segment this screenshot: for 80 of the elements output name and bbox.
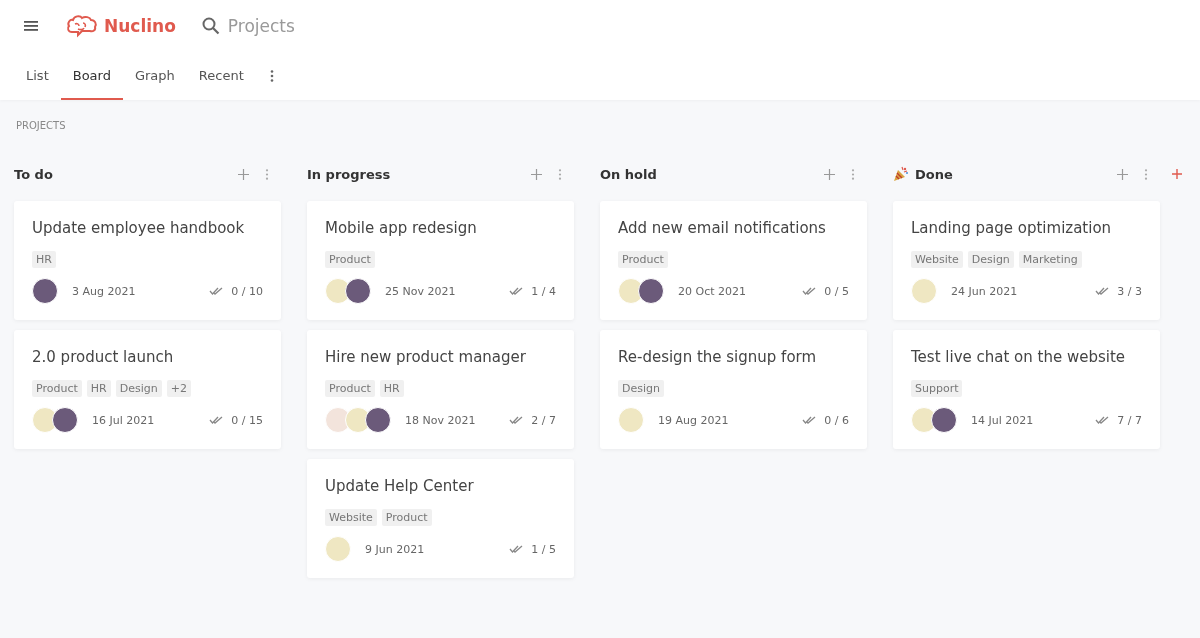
double-check-icon [209,287,224,295]
view-tab[interactable]: List [14,52,61,100]
card-title: Test live chat on the website [911,348,1127,366]
task-card[interactable]: Add new email notifications Product 20 Oct 2021 0 / 5 [600,201,867,320]
tag: Design [618,380,664,397]
app-name: Nuclino [104,16,176,36]
card-title: Update employee handbook [32,219,246,237]
double-check-icon [509,545,524,553]
view-tab[interactable]: Recent [186,52,256,100]
due-date: 24 Jun 2021 [951,284,1018,298]
task-card[interactable]: Hire new product manager Product HR 18 Nov 2021 2 / 7 [307,330,574,449]
double-check-icon [209,416,224,424]
double-check-icon [509,416,524,424]
party-popper-icon [893,166,909,182]
double-check-icon [1095,287,1110,295]
tag: Design [967,251,1014,268]
card-title: Landing page optimization [911,219,1113,237]
tag: +2 [166,380,191,397]
view-tab[interactable]: Graph [122,52,187,100]
progress-count: 0 / 5 [824,284,849,298]
due-date: 18 Nov 2021 [405,413,476,427]
column-title: To do [14,166,53,182]
tag: Product [325,251,375,268]
add-icon[interactable] [531,168,542,180]
view-tab[interactable]: Board [60,52,123,100]
progress-count: 0 / 10 [231,284,263,298]
due-date: 3 Aug 2021 [72,284,136,298]
tag: HR [32,251,56,268]
task-card[interactable]: Re-design the signup form Design 19 Aug 2021 0 / 6 [600,330,867,449]
tag: Product [618,251,668,268]
card-title: 2.0 product launch [32,348,175,366]
progress-count: 1 / 5 [531,542,556,556]
menu-icon[interactable] [24,21,38,31]
column-title: Done [915,166,953,182]
card-title: Re-design the signup form [618,348,818,366]
due-date: 20 Oct 2021 [678,284,746,298]
task-card[interactable]: Update Help Center Website Product 9 Jun 2021 1 / 5 [307,459,574,578]
tag: HR [86,380,111,397]
more-icon[interactable] [269,70,274,82]
due-date: 25 Nov 2021 [385,284,456,298]
tag: Marketing [1018,251,1082,268]
due-date: 14 Jul 2021 [971,413,1034,427]
due-date: 19 Aug 2021 [658,413,729,427]
task-card[interactable]: Landing page optimization Website Design Marketing 24 Jun 2021 3 / 3 [893,201,1160,320]
double-check-icon [802,287,817,295]
add-icon[interactable] [238,168,249,180]
add-column-icon[interactable] [1172,169,1182,179]
progress-count: 0 / 6 [824,413,849,427]
progress-count: 3 / 3 [1117,284,1142,298]
tag: Website [325,509,377,526]
column-title: On hold [600,166,657,182]
progress-count: 0 / 15 [231,413,263,427]
tag: Design [115,380,162,397]
task-card[interactable]: 2.0 product launch Product HR Design +2 16 Jul 2021 0 / 15 [14,330,281,449]
progress-count: 1 / 4 [531,284,556,298]
double-check-icon [509,287,524,295]
card-title: Hire new product manager [325,348,527,366]
progress-count: 7 / 7 [1117,413,1142,427]
progress-count: 2 / 7 [531,413,556,427]
card-title: Add new email notifications [618,219,827,237]
tag: Website [911,251,963,268]
brain-logo-icon [66,14,98,38]
task-card[interactable]: Test live chat on the website Support 14 Jul 2021 7 / 7 [893,330,1160,449]
card-title: Update Help Center [325,477,475,495]
double-check-icon [1095,416,1110,424]
due-date: 9 Jun 2021 [365,542,425,556]
due-date: 16 Jul 2021 [92,413,155,427]
add-icon[interactable] [824,168,835,180]
add-icon[interactable] [1117,168,1128,180]
tag: Product [32,380,82,397]
tag: Support [911,380,963,397]
column-title: In progress [307,166,391,182]
search-icon[interactable] [201,17,220,35]
tag: Product [325,380,375,397]
card-title: Mobile app redesign [325,219,478,237]
task-card[interactable]: Mobile app redesign Product 25 Nov 2021 1 / 4 [307,201,574,320]
tag: HR [379,380,404,397]
tag: Product [381,509,432,526]
task-card[interactable]: Update employee handbook HR 3 Aug 2021 0 / 10 [14,201,281,320]
double-check-icon [802,416,817,424]
